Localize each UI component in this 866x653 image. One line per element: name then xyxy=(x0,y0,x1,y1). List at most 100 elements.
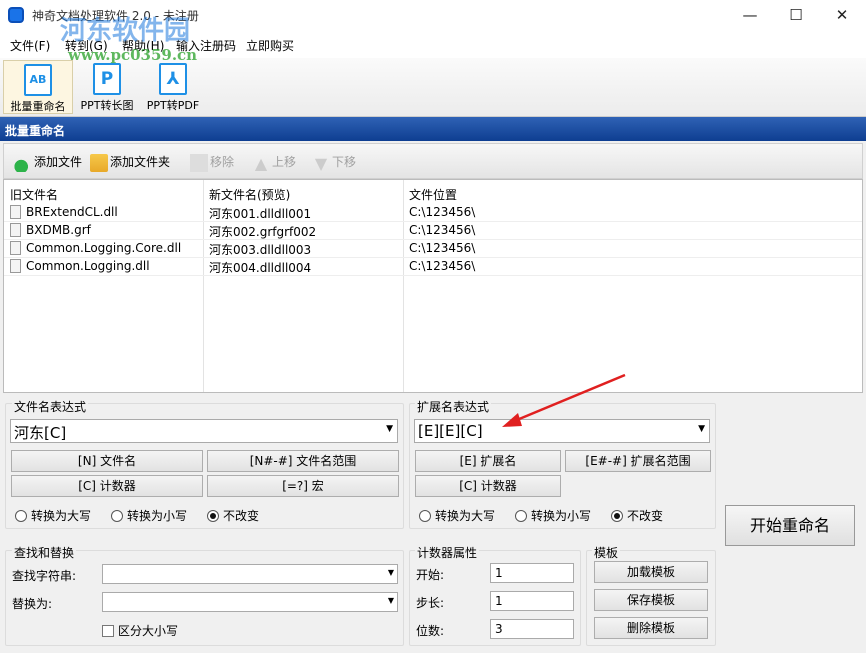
menu-goto[interactable]: 转到(G) xyxy=(65,37,108,54)
find-label: 查找字符串: xyxy=(12,569,77,583)
title-bar: 神奇文档处理软件 2.0 - 未注册 — ☐ ✕ xyxy=(0,0,866,30)
remove-icon xyxy=(190,153,208,172)
file-icon xyxy=(10,205,21,219)
menu-help[interactable]: 帮助(H) xyxy=(122,37,164,54)
replace-label: 替换为: xyxy=(12,597,53,611)
header-new-name[interactable]: 新文件名(预览) xyxy=(209,186,290,203)
filename-expression-label: 文件名表达式 xyxy=(12,398,89,415)
old-name-cell: Common.Logging.Core.dll xyxy=(26,241,182,255)
minimize-button[interactable]: — xyxy=(727,0,773,30)
digits-input[interactable]: 3 xyxy=(490,619,574,639)
add-file-button[interactable]: 添加文件 xyxy=(14,153,82,172)
arrow-down-icon: ▼ xyxy=(314,153,328,173)
dropdown-arrow-icon: ▼ xyxy=(387,596,394,605)
label: 下移 xyxy=(332,155,357,169)
header-old-name[interactable]: 旧文件名 xyxy=(10,186,58,203)
menu-register[interactable]: 输入注册码 xyxy=(176,37,236,54)
tool-label: PPT转长图 xyxy=(80,99,134,112)
app-icon xyxy=(8,7,24,23)
insert-ext-range-button[interactable]: [E#-#] 扩展名范围 xyxy=(565,450,711,472)
ext-expression-label: 扩展名表达式 xyxy=(415,398,492,415)
file-list[interactable]: 旧文件名 新文件名(预览) 文件位置 BRExtendCL.dll 河东001.… xyxy=(3,179,863,393)
label: 添加文件 xyxy=(34,155,83,169)
ppt-icon: P xyxy=(93,63,121,95)
find-replace-label: 查找和替换 xyxy=(12,544,77,561)
batch-rename-tool[interactable]: AB 批量重命名 xyxy=(3,60,73,114)
table-row[interactable]: Common.Logging.dll 河东004.dlldll004 C:\12… xyxy=(4,258,862,276)
old-name-cell: BRExtendCL.dll xyxy=(26,205,118,219)
main-toolbar: AB 批量重命名 P PPT转长图 ⅄ PPT转PDF xyxy=(0,58,866,117)
new-name-cell: 河东001.dlldll001 xyxy=(209,207,312,221)
move-down-button[interactable]: ▼ 下移 xyxy=(312,153,357,173)
load-template-button[interactable]: 加载模板 xyxy=(594,561,708,583)
save-template-button[interactable]: 保存模板 xyxy=(594,589,708,611)
remove-button[interactable]: 移除 xyxy=(190,153,234,172)
new-name-cell: 河东003.dlldll003 xyxy=(209,243,312,257)
old-name-cell: Common.Logging.dll xyxy=(26,259,150,273)
table-row[interactable]: BRExtendCL.dll 河东001.dlldll001 C:\123456… xyxy=(4,204,862,222)
insert-ext-counter-button[interactable]: [C] 计数器 xyxy=(415,475,561,497)
ext-upper-radio[interactable]: 转换为大写 xyxy=(419,507,495,524)
label: 添加文件夹 xyxy=(110,155,171,169)
case-sensitive-checkbox[interactable]: 区分大小写 xyxy=(102,622,178,639)
new-name-cell: 河东002.grfgrf002 xyxy=(209,225,317,239)
tool-label: 批量重命名 xyxy=(10,100,66,113)
file-icon xyxy=(10,259,21,273)
location-cell: C:\123456\ xyxy=(409,205,476,219)
annotation-arrow-icon xyxy=(502,373,626,427)
old-name-cell: BXDMB.grf xyxy=(26,223,91,237)
insert-filename-range-button[interactable]: [N#-#] 文件名范围 xyxy=(207,450,399,472)
template-label: 模板 xyxy=(592,544,621,561)
label: 移除 xyxy=(210,155,235,169)
location-cell: C:\123456\ xyxy=(409,259,476,273)
location-cell: C:\123456\ xyxy=(409,241,476,255)
start-input[interactable]: 1 xyxy=(490,563,574,583)
ppt-to-image-tool[interactable]: P PPT转长图 xyxy=(76,60,138,114)
close-button[interactable]: ✕ xyxy=(819,0,865,30)
delete-template-button[interactable]: 删除模板 xyxy=(594,617,708,639)
step-label: 步长: xyxy=(416,596,445,610)
insert-macro-button[interactable]: [=?] 宏 xyxy=(207,475,399,497)
ext-lower-radio[interactable]: 转换为小写 xyxy=(515,507,591,524)
ext-keep-radio[interactable]: 不改变 xyxy=(611,507,663,524)
start-label: 开始: xyxy=(416,568,445,582)
insert-counter-button[interactable]: [C] 计数器 xyxy=(11,475,203,497)
add-folder-icon xyxy=(90,153,108,172)
window-title: 神奇文档处理软件 2.0 - 未注册 xyxy=(32,9,199,23)
tool-label: PPT转PDF xyxy=(146,99,200,112)
combo-value: [E][E][C] xyxy=(418,422,483,440)
ppt-to-pdf-tool[interactable]: ⅄ PPT转PDF xyxy=(142,60,204,114)
counter-label: 计数器属性 xyxy=(415,544,480,561)
filename-keep-radio[interactable]: 不改变 xyxy=(207,507,259,524)
arrow-up-icon: ▲ xyxy=(254,153,268,173)
dropdown-arrow-icon: ▼ xyxy=(698,424,705,434)
pdf-icon: ⅄ xyxy=(159,63,187,95)
file-icon xyxy=(10,223,21,237)
add-folder-button[interactable]: 添加文件夹 xyxy=(90,153,170,172)
step-input[interactable]: 1 xyxy=(490,591,574,611)
rename-icon: AB xyxy=(24,64,52,96)
replace-input[interactable]: ▼ xyxy=(102,592,398,612)
table-row[interactable]: Common.Logging.Core.dll 河东003.dlldll003 … xyxy=(4,240,862,258)
find-input[interactable]: ▼ xyxy=(102,564,398,584)
section-title: 批量重命名 xyxy=(0,117,866,141)
start-rename-button[interactable]: 开始重命名 xyxy=(725,505,855,546)
label: 上移 xyxy=(272,155,297,169)
filename-lower-radio[interactable]: 转换为小写 xyxy=(111,507,187,524)
table-row[interactable]: BXDMB.grf 河东002.grfgrf002 C:\123456\ xyxy=(4,222,862,240)
dropdown-arrow-icon: ▼ xyxy=(387,568,394,577)
menu-bar: 文件(F) 转到(G) 帮助(H) 输入注册码 立即购买 xyxy=(0,30,866,58)
menu-file[interactable]: 文件(F) xyxy=(10,37,50,54)
maximize-button[interactable]: ☐ xyxy=(773,0,819,30)
filename-upper-radio[interactable]: 转换为大写 xyxy=(15,507,91,524)
digits-label: 位数: xyxy=(416,624,445,638)
new-name-cell: 河东004.dlldll004 xyxy=(209,261,312,275)
move-up-button[interactable]: ▲ 上移 xyxy=(252,153,297,173)
insert-ext-button[interactable]: [E] 扩展名 xyxy=(415,450,561,472)
insert-filename-button[interactable]: [N] 文件名 xyxy=(11,450,203,472)
header-location[interactable]: 文件位置 xyxy=(409,186,457,203)
menu-buy[interactable]: 立即购买 xyxy=(246,37,294,54)
add-file-icon xyxy=(14,153,32,172)
filename-expression-combo[interactable]: 河东[C] ▼ xyxy=(10,419,398,443)
file-icon xyxy=(10,241,21,255)
